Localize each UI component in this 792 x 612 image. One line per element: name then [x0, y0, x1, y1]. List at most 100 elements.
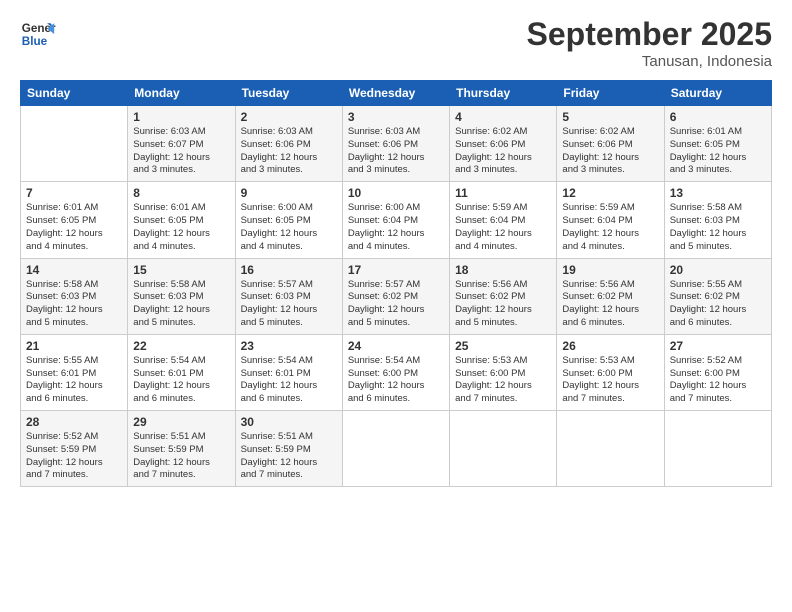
table-row: 13 Sunrise: 5:58 AM Sunset: 6:03 PM Dayli…	[664, 182, 771, 258]
table-row	[450, 411, 557, 487]
day-number: 26	[562, 339, 658, 353]
calendar-table: Sunday Monday Tuesday Wednesday Thursday…	[20, 80, 772, 487]
day-number: 9	[241, 186, 337, 200]
day-info: Sunrise: 5:51 AM Sunset: 5:59 PM Dayligh…	[133, 431, 229, 482]
table-row: 27 Sunrise: 5:52 AM Sunset: 6:00 PM Dayli…	[664, 334, 771, 410]
day-info: Sunrise: 5:57 AM Sunset: 6:02 PM Dayligh…	[348, 279, 444, 330]
day-number: 10	[348, 186, 444, 200]
day-info: Sunrise: 5:56 AM Sunset: 6:02 PM Dayligh…	[455, 279, 551, 330]
day-info: Sunrise: 5:52 AM Sunset: 6:00 PM Dayligh…	[670, 355, 766, 406]
logo-icon: General Blue	[20, 16, 56, 52]
day-number: 1	[133, 110, 229, 124]
table-row	[557, 411, 664, 487]
day-info: Sunrise: 5:54 AM Sunset: 6:00 PM Dayligh…	[348, 355, 444, 406]
day-info: Sunrise: 5:53 AM Sunset: 6:00 PM Dayligh…	[455, 355, 551, 406]
svg-text:Blue: Blue	[22, 35, 48, 48]
day-number: 15	[133, 263, 229, 277]
day-info: Sunrise: 6:01 AM Sunset: 6:05 PM Dayligh…	[670, 126, 766, 177]
table-row: 24 Sunrise: 5:54 AM Sunset: 6:00 PM Dayli…	[342, 334, 449, 410]
table-row: 14Sunrise: 5:58 AM Sunset: 6:03 PM Dayli…	[21, 258, 128, 334]
day-number: 30	[241, 415, 337, 429]
day-info: Sunrise: 6:01 AM Sunset: 6:05 PM Dayligh…	[26, 202, 122, 253]
header-tuesday: Tuesday	[235, 81, 342, 106]
table-row: 23 Sunrise: 5:54 AM Sunset: 6:01 PM Dayli…	[235, 334, 342, 410]
day-info: Sunrise: 6:01 AM Sunset: 6:05 PM Dayligh…	[133, 202, 229, 253]
day-info: Sunrise: 5:55 AM Sunset: 6:02 PM Dayligh…	[670, 279, 766, 330]
day-number: 4	[455, 110, 551, 124]
day-number: 5	[562, 110, 658, 124]
day-info: Sunrise: 5:54 AM Sunset: 6:01 PM Dayligh…	[241, 355, 337, 406]
day-info: Sunrise: 5:51 AM Sunset: 5:59 PM Dayligh…	[241, 431, 337, 482]
calendar-week-3: 14 Sunrise: 5:58 AM Sunset: 6:03 PM Dayli…	[21, 258, 772, 334]
day-info: Sunrise: 6:03 AM Sunset: 6:06 PM Dayligh…	[348, 126, 444, 177]
table-row: 30 Sunrise: 5:51 AM Sunset: 5:59 PM Dayli…	[235, 411, 342, 487]
calendar-week-4: 21 Sunrise: 5:55 AM Sunset: 6:01 PM Dayli…	[21, 334, 772, 410]
day-number: 28	[26, 415, 122, 429]
month-title: September 2025	[527, 16, 772, 53]
table-row: 10 Sunrise: 6:00 AM Sunset: 6:04 PM Dayli…	[342, 182, 449, 258]
table-row: 1 Sunrise: 6:03 AM Sunset: 6:07 PM Daylig…	[128, 106, 235, 182]
table-row: 20 Sunrise: 5:55 AM Sunset: 6:02 PM Dayli…	[664, 258, 771, 334]
day-number: 27	[670, 339, 766, 353]
day-number: 19	[562, 263, 658, 277]
day-info: Sunrise: 5:58 AM Sunset: 6:03 PM Dayligh…	[670, 202, 766, 253]
day-number: 7	[26, 186, 122, 200]
day-info: Sunrise: 6:03 AM Sunset: 6:07 PM Dayligh…	[133, 126, 229, 177]
day-number: 29	[133, 415, 229, 429]
calendar-header-row: Sunday Monday Tuesday Wednesday Thursday…	[21, 81, 772, 106]
table-row: 3 Sunrise: 6:03 AM Sunset: 6:06 PM Daylig…	[342, 106, 449, 182]
day-info: Sunrise: 5:54 AM Sunset: 6:01 PM Dayligh…	[133, 355, 229, 406]
day-number: 3	[348, 110, 444, 124]
day-number: 16	[241, 263, 337, 277]
day-info: Sunrise: 6:03 AM Sunset: 6:06 PM Dayligh…	[241, 126, 337, 177]
day-info: Sunrise: 5:53 AM Sunset: 6:00 PM Dayligh…	[562, 355, 658, 406]
day-number: 25	[455, 339, 551, 353]
table-row: 21 Sunrise: 5:55 AM Sunset: 6:01 PM Dayli…	[21, 334, 128, 410]
calendar-week-2: 7 Sunrise: 6:01 AM Sunset: 6:05 PM Daylig…	[21, 182, 772, 258]
day-number: 13	[670, 186, 766, 200]
header-thursday: Thursday	[450, 81, 557, 106]
table-row: 18 Sunrise: 5:56 AM Sunset: 6:02 PM Dayli…	[450, 258, 557, 334]
table-row: 2Sunrise: 6:03 AM Sunset: 6:06 PM Daylig…	[235, 106, 342, 182]
header-saturday: Saturday	[664, 81, 771, 106]
header-wednesday: Wednesday	[342, 81, 449, 106]
day-number: 22	[133, 339, 229, 353]
day-number: 14	[26, 263, 122, 277]
calendar-week-1: 1 Sunrise: 6:03 AM Sunset: 6:07 PM Daylig…	[21, 106, 772, 182]
day-number: 20	[670, 263, 766, 277]
header-friday: Friday	[557, 81, 664, 106]
table-row	[21, 106, 128, 182]
day-info: Sunrise: 5:56 AM Sunset: 6:02 PM Dayligh…	[562, 279, 658, 330]
table-row	[342, 411, 449, 487]
table-row: 29 Sunrise: 5:51 AM Sunset: 5:59 PM Dayli…	[128, 411, 235, 487]
day-number: 11	[455, 186, 551, 200]
table-row: 4Sunrise: 6:02 AM Sunset: 6:06 PM Daylig…	[450, 106, 557, 182]
table-row: 12 Sunrise: 5:59 AM Sunset: 6:04 PM Dayli…	[557, 182, 664, 258]
day-number: 18	[455, 263, 551, 277]
table-row: 26 Sunrise: 5:53 AM Sunset: 6:00 PM Dayli…	[557, 334, 664, 410]
table-row: 25 Sunrise: 5:53 AM Sunset: 6:00 PM Dayli…	[450, 334, 557, 410]
table-row: 9 Sunrise: 6:00 AM Sunset: 6:05 PM Daylig…	[235, 182, 342, 258]
day-info: Sunrise: 5:59 AM Sunset: 6:04 PM Dayligh…	[562, 202, 658, 253]
day-info: Sunrise: 6:02 AM Sunset: 6:06 PM Dayligh…	[562, 126, 658, 177]
day-number: 21	[26, 339, 122, 353]
day-info: Sunrise: 5:59 AM Sunset: 6:04 PM Dayligh…	[455, 202, 551, 253]
day-info: Sunrise: 5:55 AM Sunset: 6:01 PM Dayligh…	[26, 355, 122, 406]
day-number: 12	[562, 186, 658, 200]
table-row	[664, 411, 771, 487]
table-row: 7 Sunrise: 6:01 AM Sunset: 6:05 PM Daylig…	[21, 182, 128, 258]
table-row: 11 Sunrise: 5:59 AM Sunset: 6:04 PM Dayli…	[450, 182, 557, 258]
day-number: 24	[348, 339, 444, 353]
table-row: 6 Sunrise: 6:01 AM Sunset: 6:05 PM Daylig…	[664, 106, 771, 182]
table-row: 16 Sunrise: 5:57 AM Sunset: 6:03 PM Dayli…	[235, 258, 342, 334]
day-info: Sunrise: 5:57 AM Sunset: 6:03 PM Dayligh…	[241, 279, 337, 330]
table-row: 28Sunrise: 5:52 AM Sunset: 5:59 PM Dayli…	[21, 411, 128, 487]
day-info: Sunrise: 5:58 AM Sunset: 6:03 PM Dayligh…	[133, 279, 229, 330]
day-info: Sunrise: 6:00 AM Sunset: 6:05 PM Dayligh…	[241, 202, 337, 253]
day-number: 23	[241, 339, 337, 353]
day-info: Sunrise: 6:00 AM Sunset: 6:04 PM Dayligh…	[348, 202, 444, 253]
table-row: 17Sunrise: 5:57 AM Sunset: 6:02 PM Dayli…	[342, 258, 449, 334]
day-number: 6	[670, 110, 766, 124]
table-row: 8Sunrise: 6:01 AM Sunset: 6:05 PM Daylig…	[128, 182, 235, 258]
table-row: 5 Sunrise: 6:02 AM Sunset: 6:06 PM Daylig…	[557, 106, 664, 182]
